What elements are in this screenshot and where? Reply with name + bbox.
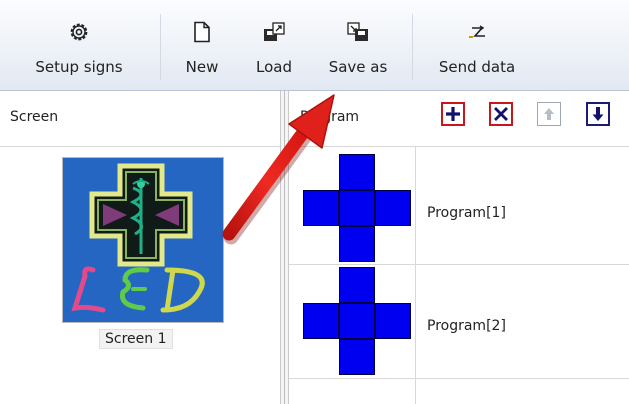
new-document-icon <box>194 21 210 43</box>
move-down-icon <box>592 107 604 121</box>
save-as-label: Save as <box>328 58 388 76</box>
program-label: Program[2] <box>427 318 506 334</box>
setup-signs-label: Setup signs <box>35 58 123 76</box>
load-button[interactable]: Load <box>244 0 304 90</box>
delete-program-button[interactable] <box>489 102 513 126</box>
toolbar-separator <box>160 14 161 80</box>
toolbar: Setup signs New Load Save as Send data <box>0 0 629 91</box>
gear-icon <box>70 23 88 41</box>
toolbar-separator <box>412 14 413 80</box>
load-icon <box>264 22 285 41</box>
move-down-button[interactable] <box>586 102 610 126</box>
setup-signs-button[interactable]: Setup signs <box>28 0 130 90</box>
program-list: Program[1] Program[2] <box>289 146 629 404</box>
save-as-button[interactable]: Save as <box>318 0 398 90</box>
load-label: Load <box>256 58 292 76</box>
move-up-icon <box>544 108 554 120</box>
send-data-icon <box>469 25 485 38</box>
row-separator <box>289 264 629 265</box>
panel-splitter[interactable] <box>280 91 289 404</box>
program-list-divider <box>415 146 416 404</box>
led-logo-icon <box>71 163 205 313</box>
send-data-label: Send data <box>438 58 516 76</box>
program-panel-header: Program <box>300 109 360 125</box>
new-button[interactable]: New <box>174 0 230 90</box>
move-up-button[interactable] <box>537 102 561 126</box>
program-label: Program[1] <box>427 205 506 221</box>
send-data-button[interactable]: Send data <box>428 0 526 90</box>
save-as-icon <box>347 22 368 41</box>
new-label: New <box>185 58 219 76</box>
panel-headers: Screen Program <box>0 91 629 147</box>
screen-label[interactable]: Screen 1 <box>99 329 173 349</box>
screen-panel-header: Screen <box>10 109 59 125</box>
row-separator <box>289 378 629 379</box>
screen-thumbnail[interactable] <box>62 157 224 323</box>
add-icon <box>446 107 460 121</box>
delete-icon <box>494 107 508 121</box>
add-program-button[interactable] <box>441 102 465 126</box>
